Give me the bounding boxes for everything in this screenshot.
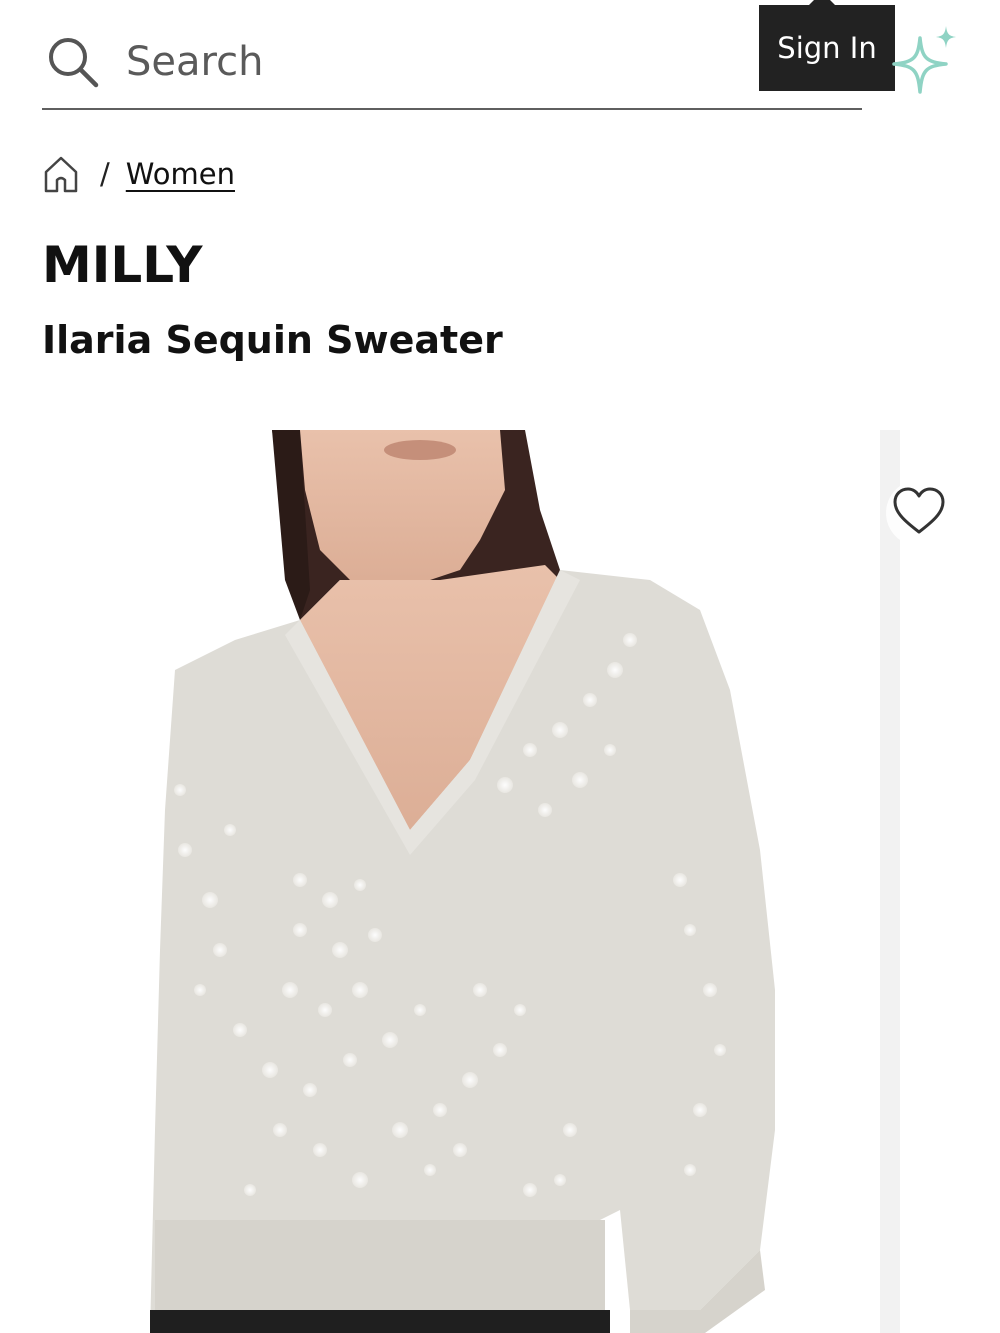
heart-icon: [886, 480, 952, 546]
sign-in-button[interactable]: Sign In: [759, 5, 895, 91]
search-input[interactable]: [126, 32, 746, 92]
breadcrumb-women-link[interactable]: Women: [126, 157, 235, 191]
image-carousel-track[interactable]: [880, 430, 900, 1333]
home-icon[interactable]: [42, 154, 80, 194]
sparkle-icon[interactable]: [888, 24, 962, 100]
product-title: Ilaria Sequin Sweater: [42, 318, 503, 362]
breadcrumb-separator: /: [100, 157, 110, 191]
search-icon[interactable]: [46, 35, 100, 89]
product-image[interactable]: [0, 430, 880, 1333]
sign-in-label: Sign In: [777, 31, 877, 65]
product-brand[interactable]: MILLY: [42, 236, 203, 294]
product-photo: [150, 430, 775, 1333]
search-bar: [42, 22, 862, 110]
breadcrumb: / Women: [42, 150, 235, 198]
product-page: Sign In / Women MILLY Ilaria Sequin Swea…: [0, 0, 1000, 1333]
tooltip-arrow: [808, 0, 836, 6]
wishlist-button[interactable]: [886, 480, 952, 546]
